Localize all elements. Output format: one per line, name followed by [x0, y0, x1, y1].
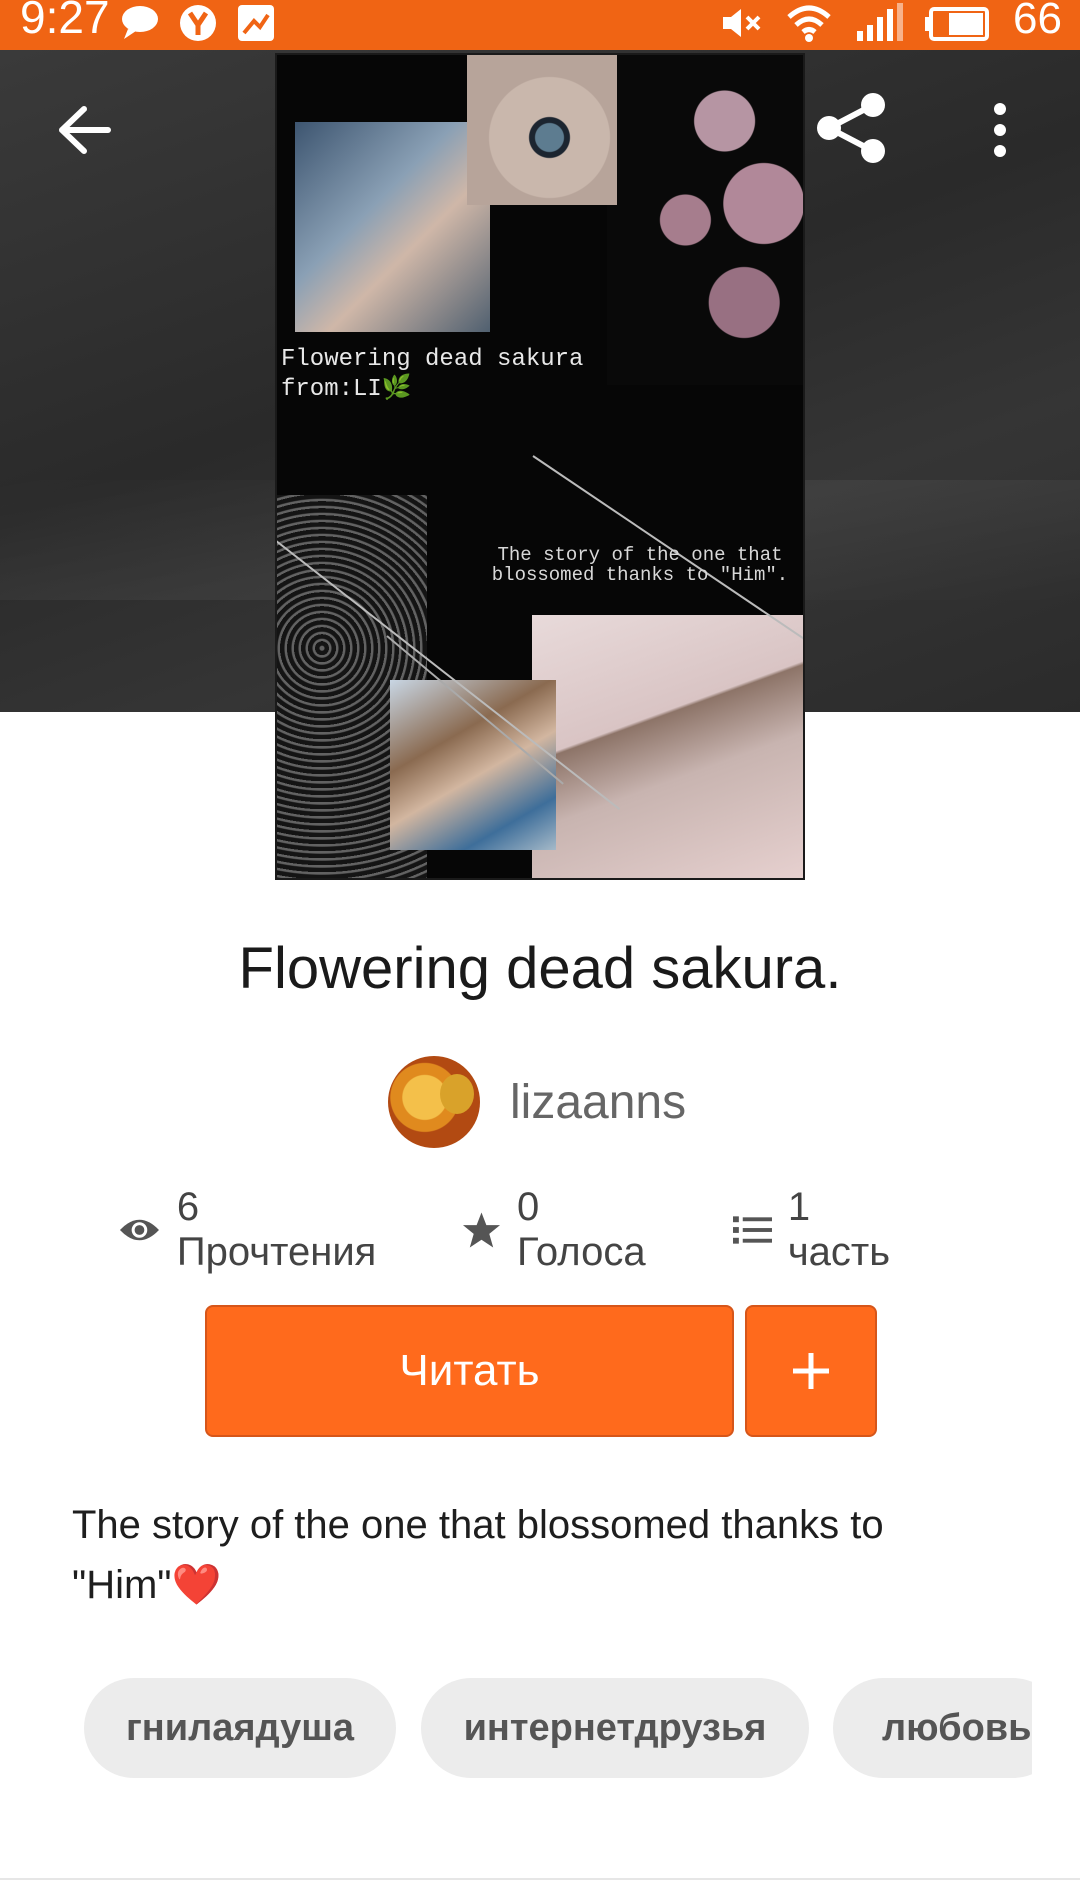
star-icon: [462, 1212, 500, 1248]
tag-chip[interactable]: интернетдрузья: [421, 1678, 809, 1778]
avatar[interactable]: [388, 1056, 480, 1148]
mute-icon: [719, 3, 763, 48]
status-time: 9:27: [20, 0, 110, 43]
divider: [0, 1878, 1080, 1880]
parts-count: 1 часть: [787, 1185, 891, 1274]
status-notification-icons: [120, 0, 276, 50]
plus-icon: [793, 1353, 829, 1389]
arrow-left-icon: [59, 106, 111, 154]
reads-stat: 6 Прочтения: [118, 1185, 404, 1275]
eye-icon: [119, 1219, 159, 1241]
author-link[interactable]: lizaanns: [388, 1056, 686, 1148]
cover-subtitle: The story of the one that blossomed than…: [491, 544, 789, 586]
add-to-library-button[interactable]: [745, 1305, 877, 1437]
tag-chip[interactable]: любовь: [833, 1678, 1032, 1778]
story-description: The story of the one that blossomed than…: [72, 1503, 884, 1607]
story-title: Flowering dead sakura.: [238, 936, 842, 1001]
status-system-icons: 66: [719, 0, 1062, 50]
back-button[interactable]: [50, 95, 120, 165]
cover-title: Flowering dead sakura from:LI🌿: [281, 346, 584, 403]
battery-level: 66: [1013, 0, 1062, 43]
share-icon: [817, 93, 885, 163]
more-vert-icon: [994, 103, 1006, 157]
story-stats: 6 Прочтения 0 Голоса 1 часть: [118, 1185, 978, 1274]
chat-bubble-icon: [120, 5, 160, 46]
reads-count: 6 Прочтения: [176, 1185, 377, 1274]
status-bar: 9:27 66: [0, 0, 1080, 50]
more-options-button[interactable]: [980, 95, 1020, 165]
share-button[interactable]: [808, 88, 894, 168]
parts-stat[interactable]: 1 часть: [732, 1185, 920, 1275]
author-name[interactable]: lizaanns: [510, 1075, 686, 1130]
signal-icon: [855, 2, 904, 48]
battery-icon: [925, 3, 991, 48]
votes-count: 0 Голоса: [516, 1185, 646, 1274]
gallery-icon: [236, 3, 276, 48]
list-icon: [732, 1216, 772, 1244]
votes-stat: 0 Голоса: [462, 1185, 675, 1275]
read-button[interactable]: Читать: [205, 1305, 734, 1437]
yandex-icon: [178, 3, 218, 48]
story-cover-image[interactable]: Flowering dead sakura from:LI🌿 The story…: [277, 55, 803, 878]
wifi-icon: [785, 3, 833, 48]
tag-chip[interactable]: гнилаядуша: [84, 1678, 396, 1778]
tag-list[interactable]: гнилаядуша интернетдрузья любовь: [84, 1678, 1032, 1780]
